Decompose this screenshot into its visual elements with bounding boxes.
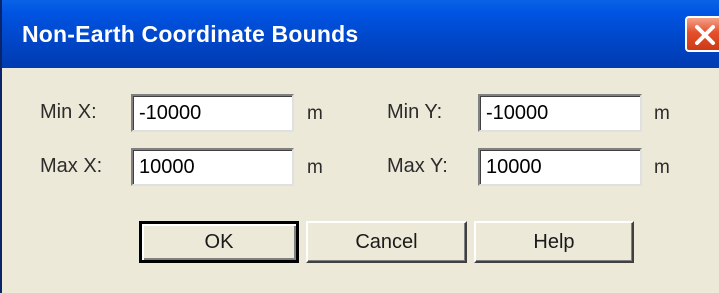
min-x-input[interactable] [131,94,294,132]
max-y-label: Max Y: [387,155,448,177]
max-x-input[interactable] [131,148,294,186]
max-x-label: Max X: [40,155,103,177]
max-y-input[interactable] [478,148,642,186]
title-bar[interactable]: Non-Earth Coordinate Bounds [2,0,719,68]
dialog-window: Non-Earth Coordinate Bounds Min X: m Min… [0,0,719,293]
cancel-button[interactable]: Cancel [306,221,467,263]
window-title: Non-Earth Coordinate Bounds [22,21,359,47]
min-x-label: Min X: [40,101,97,123]
min-y-input[interactable] [478,94,642,132]
min-x-unit: m [307,103,323,124]
min-y-unit: m [654,103,670,124]
ok-button[interactable]: OK [139,221,299,263]
min-y-label: Min Y: [387,101,443,123]
max-y-unit: m [654,157,670,178]
close-button[interactable] [685,16,719,52]
help-button[interactable]: Help [474,221,634,263]
max-x-unit: m [307,157,323,178]
close-x-icon [695,25,715,45]
